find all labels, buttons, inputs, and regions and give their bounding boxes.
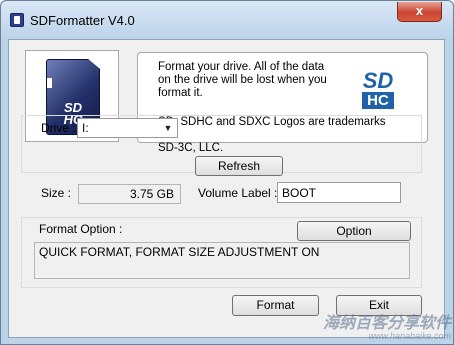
sdhc-logo-icon: SD HC — [348, 68, 408, 111]
option-button[interactable]: Option — [297, 221, 411, 241]
watermark-text: 海纳百客分享软件 — [322, 315, 451, 332]
drive-select-value: I: — [82, 121, 89, 135]
app-icon — [10, 13, 24, 27]
card-notch — [47, 78, 52, 88]
format-button[interactable]: Format — [232, 295, 319, 316]
sdhc-logo-sd: SD — [362, 68, 394, 93]
exit-button[interactable]: Exit — [336, 295, 422, 316]
sdhc-logo-hc: HC — [362, 92, 394, 109]
size-label: Size : — [41, 186, 72, 200]
volume-label-value: BOOT — [282, 186, 317, 200]
size-field: 3.75 GB — [78, 184, 181, 204]
format-option-label: Format Option : — [39, 222, 123, 236]
chevron-down-icon[interactable]: ▼ — [161, 121, 175, 135]
volume-label: Volume Label : — [198, 186, 278, 200]
window-title: SDFormatter V4.0 — [30, 13, 135, 28]
watermark: 海纳百客分享软件 www.hanabaike.com — [246, 315, 451, 343]
size-value: 3.75 GB — [129, 187, 174, 201]
close-button[interactable]: x — [397, 2, 442, 22]
format-option-display: QUICK FORMAT, FORMAT SIZE ADJUSTMENT ON — [34, 242, 410, 279]
format-option-value: QUICK FORMAT, FORMAT SIZE ADJUSTMENT ON — [39, 245, 320, 259]
drive-label: Drive : — [41, 121, 76, 135]
info-message: Format your drive. All of the data on th… — [158, 61, 327, 99]
watermark-url: www.hanabaike.com — [368, 331, 451, 341]
refresh-button[interactable]: Refresh — [195, 156, 283, 176]
drive-select[interactable]: I: ▼ — [77, 118, 178, 138]
sdformatter-window: SDFormatter V4.0 x SD HC Format your dri… — [0, 0, 454, 345]
volume-label-input[interactable]: BOOT — [277, 182, 401, 203]
title-bar[interactable]: SDFormatter V4.0 x — [1, 1, 453, 39]
